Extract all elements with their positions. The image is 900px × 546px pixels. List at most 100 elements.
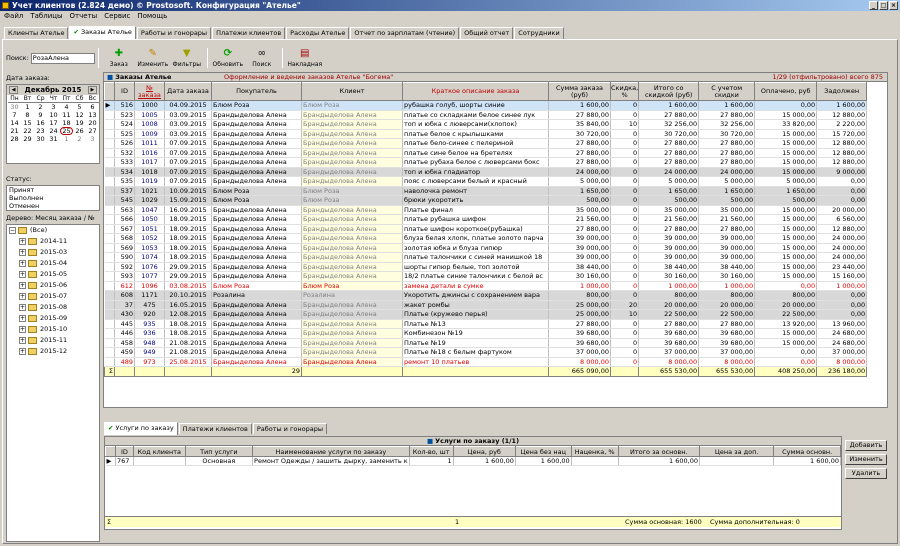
table-row[interactable]: 567 1051 18.09.2015 Брандыделова Алена Бранд…	[104, 224, 868, 234]
column-header[interactable]: Краткое описание заказа	[402, 82, 549, 101]
services-column-header[interactable]: Цена за доп.	[698, 446, 775, 457]
tab-payments[interactable]: Платежи клиентов	[212, 27, 286, 39]
calendar-day[interactable]: 15	[21, 119, 34, 127]
tree-root[interactable]: − (Все)	[7, 225, 99, 236]
calendar-day[interactable]: 27	[86, 127, 99, 135]
column-header[interactable]: Сумма заказа (руб)	[548, 82, 611, 101]
calendar-day[interactable]: 11	[60, 111, 73, 119]
table-row[interactable]: 523 1005 03.09.2015 Брандыделова Алена Бранд…	[104, 110, 868, 120]
tab-works[interactable]: Работы и гонорары	[136, 27, 212, 39]
calendar-day[interactable]: 24	[47, 127, 60, 135]
tab-clients[interactable]: Клиенты Ателье	[4, 27, 69, 39]
minimize-button[interactable]: _	[869, 1, 878, 10]
prev-month-button[interactable]: ◀	[9, 86, 18, 94]
edit-service-button[interactable]: Изменить	[845, 454, 887, 465]
expand-icon[interactable]: +	[19, 315, 26, 322]
expand-icon[interactable]: +	[19, 238, 26, 245]
tree-item[interactable]: +2015-10	[7, 324, 99, 335]
calendar-day[interactable]: 12	[73, 111, 86, 119]
calendar-day[interactable]: 3	[47, 103, 60, 111]
calendar-day[interactable]: 3	[86, 135, 99, 143]
expand-icon[interactable]: +	[19, 293, 26, 300]
expand-icon[interactable]: +	[19, 249, 26, 256]
expand-icon[interactable]: +	[19, 304, 26, 311]
status-item[interactable]: Выполнен	[9, 194, 99, 202]
calendar-day[interactable]: 6	[86, 103, 99, 111]
calendar-day[interactable]: 18	[60, 119, 73, 127]
menu-service[interactable]: Сервис	[104, 11, 130, 22]
tree-item[interactable]: +2015-05	[7, 269, 99, 280]
search-input[interactable]	[30, 52, 95, 64]
tree-item[interactable]: +2015-12	[7, 346, 99, 357]
expand-icon[interactable]: +	[19, 326, 26, 333]
tab-expenses[interactable]: Расходы Ателье	[286, 27, 350, 39]
table-row[interactable]: 612 1096 03.08.2015 Блюм Роза Блюм Роза замен…	[104, 281, 868, 291]
table-row[interactable]: 524 1008 03.09.2015 Брандыделова Алена Бранд…	[104, 119, 868, 130]
calendar-day[interactable]: 10	[47, 111, 60, 119]
tab-works-fees[interactable]: Работы и гонорары	[252, 423, 327, 434]
new-order-button[interactable]: ✚ Заказ	[102, 48, 136, 68]
table-row[interactable]: 569 1053 18.09.2015 Брандыделова Алена Бранд…	[104, 243, 868, 253]
tab-salary-report[interactable]: Отчет по зарплатам (чтение)	[350, 27, 460, 39]
table-row[interactable]: 592 1076 29.09.2015 Брандыделова Алена Бранд…	[104, 262, 868, 272]
calendar-day[interactable]: 17	[47, 119, 60, 127]
calendar-day[interactable]: 13	[86, 111, 99, 119]
status-item[interactable]: Принят	[9, 186, 99, 194]
table-row[interactable]: 568 1052 18.09.2015 Брандыделова Алена Бранд…	[104, 233, 868, 244]
tab-order-services[interactable]: ✔ Услуги по заказу	[104, 422, 178, 435]
services-column-header[interactable]: Цена без нац	[514, 446, 572, 457]
table-row[interactable]: 593 1077 29.09.2015 Брандыделова Алена Бранд…	[104, 271, 868, 282]
table-row[interactable]: 534 1018 07.09.2015 Брандыделова Алена Бранд…	[104, 167, 868, 177]
calendar-day[interactable]: 4	[60, 103, 73, 111]
calendar-day[interactable]: 19	[73, 119, 86, 127]
calendar-day[interactable]: 25	[60, 127, 73, 135]
calendar-day[interactable]: 14	[8, 119, 21, 127]
table-row[interactable]: 533 1017 07.09.2015 Брандыделова Алена Бранд…	[104, 157, 868, 168]
table-row[interactable]: 537 1021 10.09.2015 Блюм Роза Блюм Роза навол…	[104, 186, 868, 196]
table-row[interactable]: 563 1047 16.09.2015 Брандыделова Алена Бранд…	[104, 205, 868, 215]
calendar-day[interactable]: 26	[73, 127, 86, 135]
menu-tables[interactable]: Таблицы	[30, 11, 62, 22]
filters-button[interactable]: ▼ Фильтры	[170, 48, 204, 68]
next-month-button[interactable]: ▶	[87, 86, 97, 94]
table-row[interactable]: 459 949 21.08.2015 Брандыделова Алена Бранды…	[104, 347, 868, 358]
table-row[interactable]: 590 1074 18.09.2015 Брандыделова Алена Бранд…	[104, 252, 868, 263]
services-column-header[interactable]: Сумма основн.	[773, 446, 841, 457]
calendar-day[interactable]: 30	[34, 135, 47, 143]
calendar-day[interactable]: 23	[34, 127, 47, 135]
table-row[interactable]: ▶ 516 1000 04.09.2015 Блюм Роза Блюм Роза руба…	[104, 100, 868, 111]
expand-icon[interactable]: +	[19, 260, 26, 267]
calendar-day[interactable]: 16	[34, 119, 47, 127]
column-header[interactable]: Клиент	[301, 82, 403, 101]
column-header[interactable]: Оплачено, руб	[754, 82, 818, 101]
calendar-day[interactable]: 30	[8, 103, 21, 111]
table-row[interactable]: 545 1029 15.09.2015 Блюм Роза Блюм Роза брюки…	[104, 195, 868, 206]
collapse-icon[interactable]: −	[9, 227, 16, 234]
services-column-header[interactable]: Кол-во, шт	[408, 446, 454, 457]
tab-orders[interactable]: ✔ Заказы Ателье	[69, 26, 136, 39]
menu-reports[interactable]: Отчеты	[70, 11, 98, 22]
calendar-day[interactable]: 2	[73, 135, 86, 143]
delete-button[interactable]: Удалить	[845, 468, 887, 479]
calendar-day[interactable]: 20	[86, 119, 99, 127]
column-header[interactable]: № заказа	[134, 82, 165, 101]
status-item[interactable]: Отменен	[9, 202, 99, 210]
expand-icon[interactable]: +	[19, 271, 26, 278]
column-header[interactable]: Скидка, %	[609, 82, 640, 101]
table-row[interactable]: 532 1016 07.09.2015 Брандыделова Алена Бранд…	[104, 148, 868, 158]
calendar-day[interactable]: 21	[8, 127, 21, 135]
tree-item[interactable]: +2015-08	[7, 302, 99, 313]
tab-general-report[interactable]: Общий отчет	[460, 27, 514, 39]
expand-icon[interactable]: +	[19, 337, 26, 344]
services-column-header[interactable]: Итого за основн.	[617, 446, 701, 457]
close-button[interactable]: ×	[889, 1, 898, 10]
column-header[interactable]: Покупатель	[211, 82, 302, 101]
menu-file[interactable]: Файл	[4, 11, 23, 22]
tab-client-payments[interactable]: Платежи клиентов	[178, 423, 252, 434]
table-row[interactable]: 458 948 21.08.2015 Брандыделова Алена Бранды…	[104, 338, 868, 348]
edit-button[interactable]: ✎ Изменить	[136, 48, 170, 68]
calendar-day[interactable]: 28	[8, 135, 21, 143]
calendar-day[interactable]: 9	[34, 111, 47, 119]
tab-employees[interactable]: Сотрудники	[514, 27, 564, 39]
services-column-header[interactable]: Цена, руб	[452, 446, 516, 457]
